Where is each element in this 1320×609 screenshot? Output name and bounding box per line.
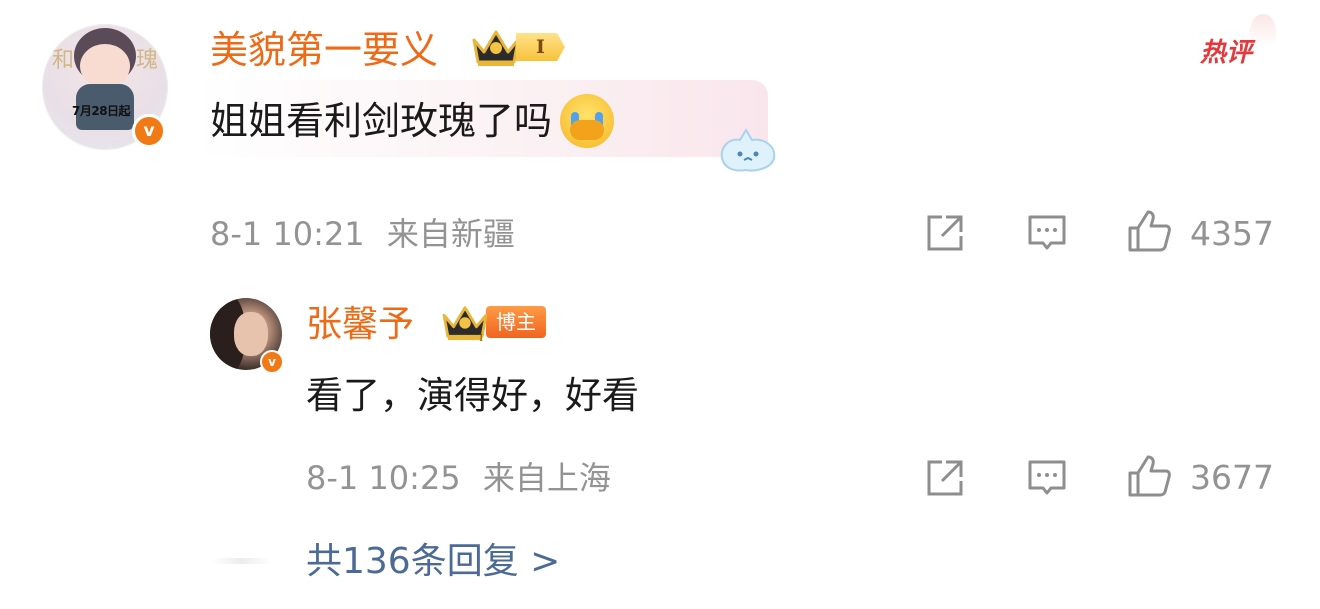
more-replies-link[interactable]: 共136条回复 > [306, 538, 560, 586]
blogger-tag: 博主 [486, 306, 546, 338]
comment-icon[interactable] [1026, 457, 1068, 499]
thumbs-up-icon[interactable] [1126, 208, 1172, 254]
hot-comment-tag: 热评 [1200, 38, 1253, 68]
divider [212, 558, 272, 564]
verified-icon: v [260, 350, 284, 374]
comment-icon[interactable] [1026, 212, 1068, 254]
reply-location: 来自上海 [482, 459, 611, 497]
svg-text:I: I [479, 333, 483, 342]
comment-content: 姐姐看利剑玫瑰了吗 [210, 94, 615, 148]
flame-icon [1250, 14, 1276, 48]
crown-icon: I [442, 306, 488, 342]
reply-text: 看了，演得好，好看 [306, 374, 639, 417]
share-icon[interactable] [924, 457, 966, 499]
level-label: I [516, 33, 565, 61]
thumbs-up-icon[interactable] [1126, 453, 1172, 499]
comment-location: 来自新疆 [386, 215, 515, 253]
comment-time: 8-1 10:21 [210, 215, 365, 253]
reply-meta: 8-1 10:25 来自上海 [306, 458, 611, 498]
replier-badge: I 博主 [440, 302, 546, 342]
commenter-username[interactable]: 美貌第一要义 [210, 28, 438, 72]
crying-face-emoji-icon [560, 94, 615, 148]
verified-icon: v [132, 114, 166, 148]
cat-sticker-icon [720, 128, 776, 172]
replier-username[interactable]: 张馨予 [306, 303, 414, 347]
user-level-badge: I [470, 26, 565, 68]
comment-like-count: 4357 [1190, 214, 1274, 253]
reply-time: 8-1 10:25 [306, 459, 461, 497]
comment-text: 姐姐看利剑玫瑰了吗 [210, 99, 553, 143]
avatar-caption: 7月28日起 [72, 104, 131, 118]
crown-icon [472, 30, 520, 66]
reply-like-count: 3677 [1190, 458, 1274, 497]
share-icon[interactable] [924, 212, 966, 254]
comment-meta: 8-1 10:21 来自新疆 [210, 214, 515, 254]
